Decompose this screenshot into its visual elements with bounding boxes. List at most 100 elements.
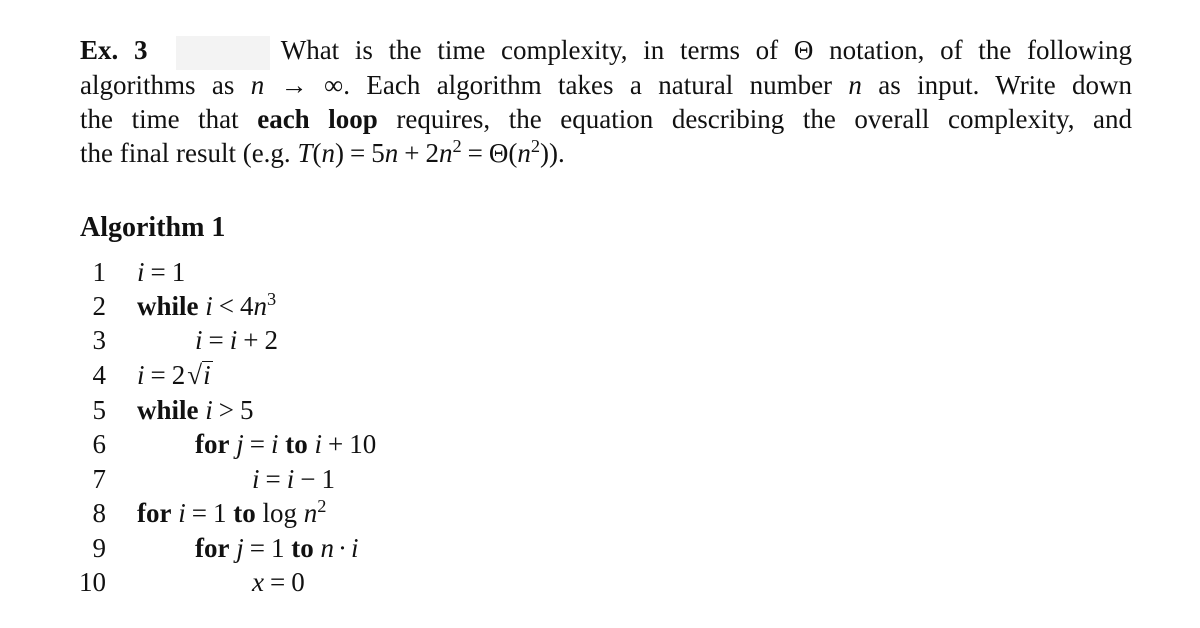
paragraph-text: the time that (80, 104, 239, 134)
num: 1 (270, 533, 285, 563)
var-n: n (303, 498, 318, 528)
formula-eq: = (467, 138, 483, 168)
num: 1 (212, 498, 227, 528)
var-i: i (202, 360, 213, 390)
var-i: i (314, 429, 323, 459)
formula-exponent: 2 (530, 135, 541, 156)
paragraph-text: as input. Write down (878, 70, 1133, 100)
paragraph-text: What is the time complexity, in terms of (280, 35, 779, 65)
code-statement: i = 1 (137, 255, 185, 289)
line-number: 9 (92, 533, 107, 563)
op-eq: = (269, 567, 286, 597)
formula-exponent: 2 (452, 135, 462, 156)
op-minus: − (300, 464, 316, 494)
num: 0 (291, 567, 305, 597)
var-i: i (205, 291, 213, 321)
var-i: i (252, 464, 260, 494)
op-eq: = (249, 533, 265, 563)
line-number: 5 (92, 395, 107, 425)
line-number: 3 (92, 325, 107, 355)
sqrt-sign: √ (187, 360, 203, 390)
formula-n: n (384, 138, 399, 168)
code-statement: for j = i to i +10 (195, 427, 376, 461)
paragraph-line-4: the final result (e.g. T(n) = 5n +2n2 = Θ(n2)… (80, 136, 565, 170)
formula-n: n (517, 138, 531, 168)
var-i: i (270, 429, 279, 459)
code-statement: i = 2√i (137, 358, 213, 392)
op-eq: = (249, 429, 265, 459)
num: 4 (240, 291, 254, 321)
keyword-to: to (233, 498, 256, 528)
formula-coef: 5 (371, 138, 385, 168)
code-statement: while i >5 (137, 393, 254, 427)
exercise-label: Ex. 3 (80, 35, 148, 65)
formula-plus: + (404, 138, 420, 168)
arrow-symbol: → (280, 70, 308, 100)
keyword-to: to (291, 533, 314, 563)
paragraph-line-1: Ex. 3 What is the time complexity, in te… (80, 33, 1132, 67)
infinity-symbol: ∞. (323, 70, 350, 100)
line-number: 4 (92, 360, 107, 390)
code-statement: x = 0 (252, 565, 305, 599)
var-j: j (236, 429, 244, 459)
code-statement: i = i −1 (252, 462, 335, 496)
paragraph-line-3: the time that each loop requires, the eq… (80, 102, 1132, 136)
formula-closing: )). (540, 138, 565, 168)
line-number: 6 (92, 429, 107, 459)
paragraph-text: Each algorithm takes a natural number (366, 70, 833, 100)
var-i: i (137, 257, 145, 287)
num: 1 (171, 257, 186, 287)
code-statement: for j = 1 to n · i (195, 531, 359, 565)
keyword-while: while (137, 395, 199, 425)
num: 10 (349, 429, 377, 459)
code-statement: i = i +2 (195, 323, 278, 357)
theta-symbol: Θ (793, 35, 814, 65)
keyword-to: to (285, 429, 308, 459)
exponent: 2 (317, 495, 327, 516)
math-variable-n: n (250, 70, 265, 100)
formula-n: n (321, 138, 335, 168)
formula-eq: = (349, 138, 366, 168)
paragraph-text: notation, of the following (829, 35, 1133, 65)
line-number: 2 (92, 291, 107, 321)
formula-paren: ) (334, 138, 344, 168)
num: 5 (240, 395, 254, 425)
line-number: 8 (92, 498, 107, 528)
var-i: i (205, 395, 213, 425)
var-i: i (195, 325, 203, 355)
exponent: 3 (267, 288, 277, 309)
formula-coef: 2 (425, 138, 439, 168)
num: 2 (171, 360, 186, 390)
code-statement: while i <4n3 (137, 289, 276, 323)
paragraph-text: requires, the equation describing the ov… (396, 104, 1133, 134)
algorithm-title: Algorithm 1 (80, 212, 226, 243)
var-i: i (350, 533, 359, 563)
keyword-while: while (137, 291, 199, 321)
keyword-for: for (195, 429, 230, 459)
op-plus: + (328, 429, 344, 459)
op-eq: = (191, 498, 207, 528)
op-plus: + (243, 325, 259, 355)
example-formula: T(n) = 5n +2n2 = Θ(n2)). (297, 135, 565, 168)
num: 2 (264, 325, 279, 355)
paragraph-text: the final result (e.g. (80, 138, 291, 168)
log-function: log (262, 498, 297, 528)
keyword-for: for (137, 498, 172, 528)
var-n: n (253, 291, 268, 321)
op-eq: = (150, 360, 166, 390)
line-number: 7 (92, 464, 107, 494)
line-number: 1 (92, 257, 107, 287)
op-cdot: · (337, 533, 347, 563)
var-x: x (252, 567, 264, 597)
line-number: 10 (79, 567, 106, 597)
var-n: n (320, 533, 334, 563)
op-gt: > (218, 395, 235, 425)
keyword-for: for (195, 533, 230, 563)
paragraph-line-2: algorithms as n → ∞. Each algorithm take… (80, 68, 1132, 102)
math-variable-n: n (848, 70, 862, 100)
op-eq: = (265, 464, 281, 494)
code-statement: for i = 1 to log n2 (137, 496, 326, 530)
var-j: j (236, 533, 244, 563)
op-eq: = (208, 325, 224, 355)
op-eq: = (150, 257, 166, 287)
